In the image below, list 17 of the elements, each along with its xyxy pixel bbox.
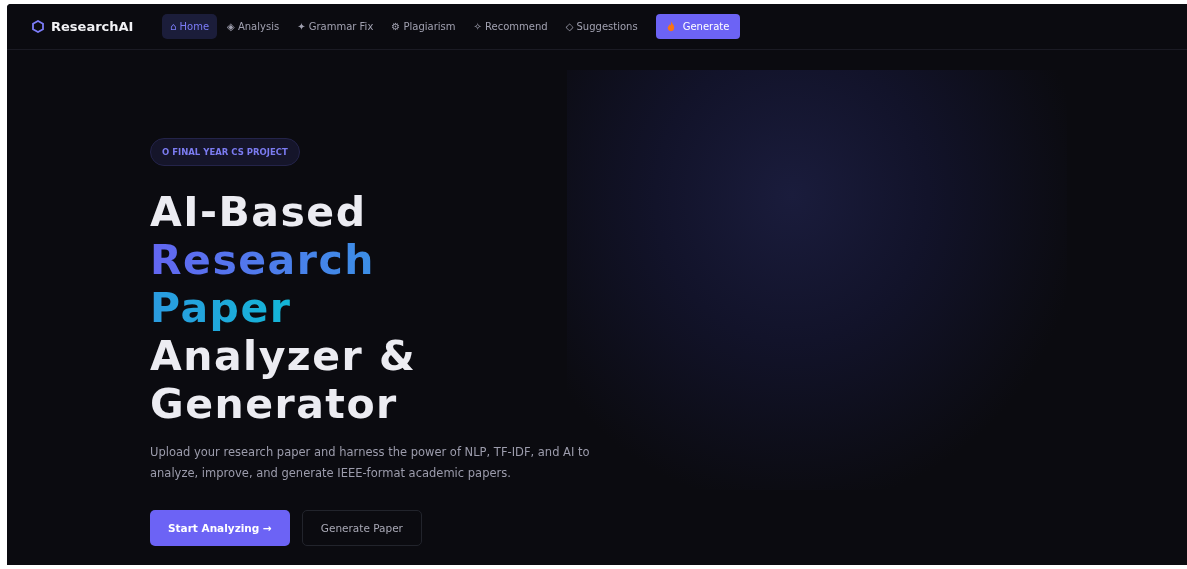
hexagon-logo-icon: [32, 20, 44, 33]
hero-heading-line: Analyzer &: [150, 332, 417, 380]
brand-name: ResearchAI: [51, 19, 134, 34]
hero-heading-line: Generator: [150, 380, 398, 428]
nav-tab[interactable]: ⚙ Plagiarism: [383, 14, 464, 39]
start-analyzing-button[interactable]: Start Analyzing →: [150, 510, 290, 546]
nav-tab[interactable]: ◈ Analysis: [219, 14, 288, 39]
project-badge: O FINAL YEAR CS PROJECT: [150, 138, 300, 166]
hero-description: Upload your research paper and harness the power of NLP, TF-IDF, and AI to analyze, improve, and generate IEEE-format academic papers.: [150, 444, 591, 482]
generate-button[interactable]: Generate: [655, 14, 741, 39]
flame-icon: [666, 21, 675, 32]
nav-tab[interactable]: ✦ Grammar Fix: [289, 14, 382, 39]
generate-paper-button[interactable]: Generate Paper: [301, 510, 422, 546]
hero-heading-line: AI-Based: [150, 188, 367, 236]
nav-tab[interactable]: ⌂ Home: [162, 14, 218, 39]
nav-tab[interactable]: ✧ Recommend: [465, 14, 556, 39]
nav-tab[interactable]: ◇ Suggestions: [557, 14, 646, 39]
